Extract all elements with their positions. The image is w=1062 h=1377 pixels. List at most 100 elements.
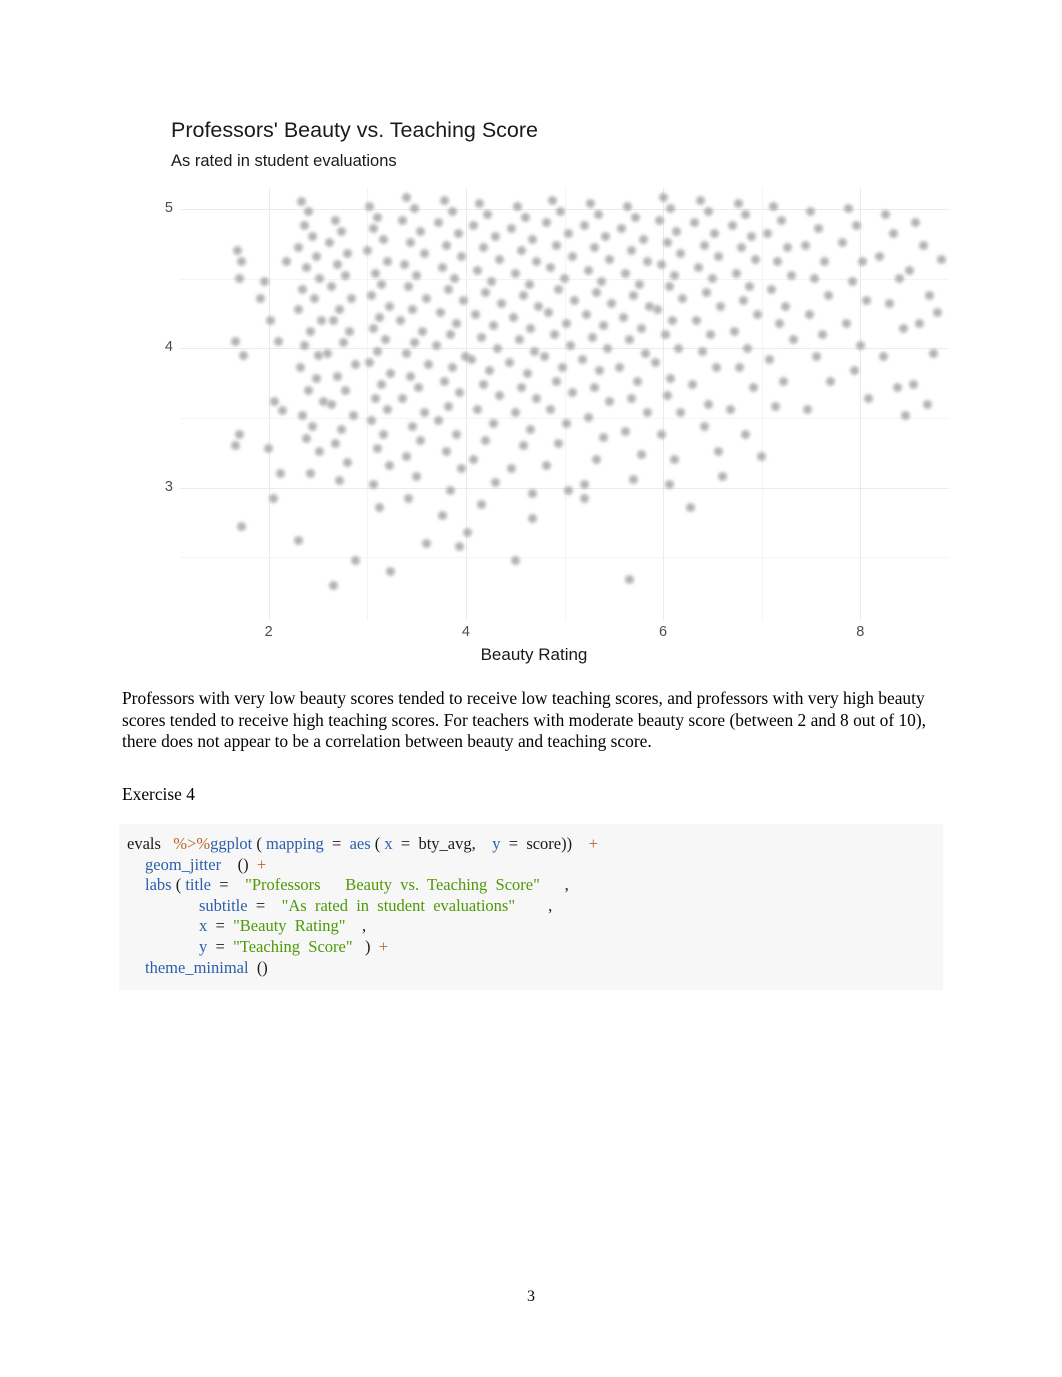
scatter-point <box>583 265 593 275</box>
x-tick-label: 4 <box>461 624 470 640</box>
scatter-point <box>688 379 698 389</box>
scatter-point <box>621 268 631 278</box>
scatter-point <box>670 455 680 465</box>
scatter-point <box>331 438 341 448</box>
scatter-point <box>737 243 747 253</box>
x-axis-title: Beauty Rating <box>480 645 588 664</box>
scatter-point <box>494 254 504 264</box>
scatter-point <box>374 502 384 512</box>
scatter-point <box>540 352 550 362</box>
scatter-point <box>699 421 709 431</box>
scatter-point <box>546 405 556 415</box>
code-token-op: + <box>588 834 598 853</box>
scatter-point <box>589 243 599 253</box>
scatter-point <box>447 207 457 217</box>
scatter-point <box>936 254 946 264</box>
scatter-point <box>337 226 347 236</box>
scatter-point <box>597 276 607 286</box>
scatter-point <box>451 318 461 328</box>
code-token-arg: title <box>185 875 212 895</box>
scatter-point <box>307 421 317 431</box>
scatter-point <box>437 510 447 520</box>
code-block: evals %>%ggplot ( mapping = aes ( x = bt… <box>119 824 943 991</box>
scatter-point <box>372 444 382 454</box>
scatter-point <box>524 279 534 289</box>
scatter-point <box>636 449 646 459</box>
scatter-point <box>439 196 449 206</box>
scatter-point <box>333 371 343 381</box>
scatter-point <box>763 229 773 239</box>
scatter-point <box>297 410 307 420</box>
code-token-arg: x <box>384 834 393 853</box>
scatter-point <box>264 444 274 454</box>
scatter-point <box>591 288 601 298</box>
scatter-point <box>558 363 568 373</box>
scatter-point <box>814 223 824 233</box>
scatter-point <box>376 279 386 289</box>
scatter-point <box>591 455 601 465</box>
scatter-point <box>650 357 660 367</box>
scatter-point <box>601 232 611 242</box>
scatter-point <box>337 424 347 434</box>
scatter-point <box>741 209 751 219</box>
scatter-point <box>331 215 341 225</box>
scatter-point <box>642 407 652 417</box>
scatter-point <box>514 335 524 345</box>
scatter-point <box>439 377 449 387</box>
scatter-point <box>802 405 812 415</box>
code-token-punct: , <box>564 875 569 895</box>
scatter-point <box>410 338 420 348</box>
scatter-point <box>743 343 753 353</box>
scatter-point <box>838 237 848 247</box>
scatter-point <box>826 377 836 387</box>
y-tick-label: 3 <box>164 478 173 495</box>
scatter-point <box>841 318 851 328</box>
scatter-point <box>554 438 564 448</box>
scatter-point <box>323 349 333 359</box>
scatter-point <box>402 349 412 359</box>
scatter-point <box>364 357 374 367</box>
scatter-point <box>234 274 244 284</box>
scatter-point <box>855 340 865 350</box>
scatter-point <box>561 419 571 428</box>
scatter-point <box>518 441 528 451</box>
scatter-point <box>477 499 487 509</box>
scatter-point <box>349 410 359 420</box>
gridline-vertical-minor <box>564 188 566 620</box>
scatter-point <box>234 430 244 440</box>
scatter-point <box>520 212 530 222</box>
code-token-fn: aes <box>349 834 371 853</box>
scatter-point <box>857 257 867 267</box>
scatter-point <box>366 290 376 300</box>
scatter-point <box>788 335 798 345</box>
scatter-point <box>315 446 325 456</box>
scatter-point <box>404 282 414 292</box>
scatter-point <box>642 257 652 267</box>
code-token-arg: mapping <box>266 834 324 853</box>
scatter-point <box>459 296 469 306</box>
scatter-point <box>772 257 782 267</box>
scatter-point <box>329 315 339 325</box>
scatter-point <box>230 336 240 346</box>
scatter-point <box>384 460 394 470</box>
scatter-point <box>552 240 562 250</box>
scatter-point <box>376 379 386 389</box>
scatter-point <box>236 257 246 267</box>
code-token-op: + <box>256 854 267 874</box>
scatter-point <box>567 388 577 398</box>
scatter-point <box>696 196 706 206</box>
scatter-point <box>625 575 635 585</box>
scatter-point <box>666 374 676 384</box>
scatter-point <box>579 494 589 504</box>
scatter-point <box>404 494 414 504</box>
scatter-point <box>863 393 873 403</box>
scatter-point <box>266 315 276 325</box>
scatter-point <box>638 235 648 245</box>
scatter-point <box>741 430 751 440</box>
scatter-point <box>893 382 903 392</box>
